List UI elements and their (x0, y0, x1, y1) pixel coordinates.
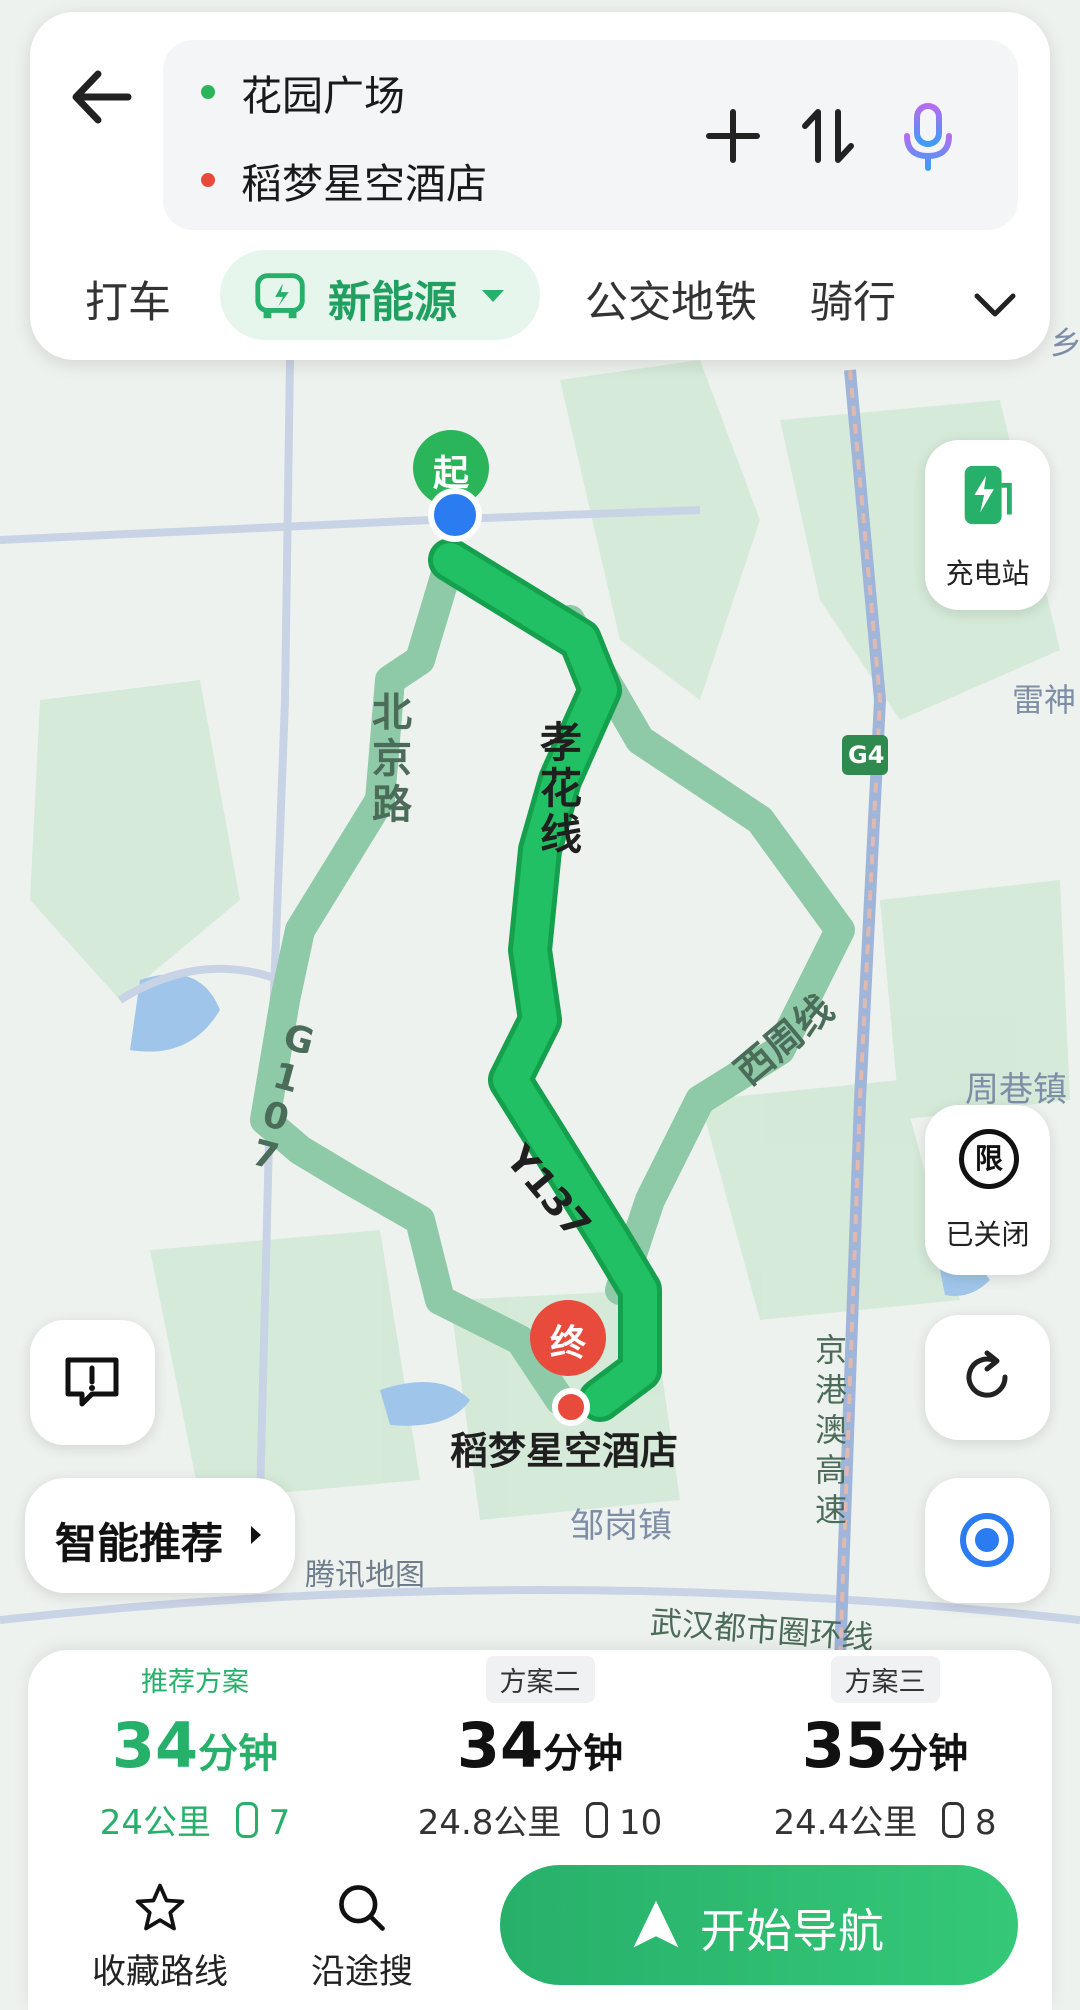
smart-recommend-button[interactable]: 智能推荐 (25, 1478, 295, 1593)
feedback-button[interactable] (30, 1320, 155, 1445)
plan-two[interactable]: 方案二 34分钟 24.8公里 10 (375, 1650, 705, 1844)
search-along-button[interactable]: 沿途搜 (282, 1880, 442, 1993)
end-marker[interactable]: 终 (530, 1300, 606, 1376)
refresh-icon (966, 1350, 1008, 1398)
plan-three[interactable]: 方案三 35分钟 24.4公里 8 (720, 1650, 1050, 1844)
place-label-xiang: 乡 (1050, 324, 1080, 362)
plan-time: 34分钟 (30, 1711, 360, 1789)
smart-recommend-label: 智能推荐 (55, 1519, 224, 1568)
highway-shield-g4: G4 (848, 741, 885, 769)
plan-time-unit: 分钟 (198, 1731, 279, 1777)
traffic-light-icon (942, 1802, 965, 1838)
search-along-label: 沿途搜 (311, 1952, 413, 1992)
swap-icon[interactable] (793, 98, 863, 174)
start-navigation-label: 开始导航 (700, 1904, 884, 1958)
end-dot-icon (201, 173, 215, 187)
chevron-down-icon[interactable] (965, 274, 1025, 334)
save-route-label: 收藏路线 (92, 1952, 228, 1992)
search-icon (339, 1885, 385, 1931)
traffic-light-icon (235, 1802, 258, 1838)
refresh-button[interactable] (925, 1315, 1050, 1440)
destination-field[interactable]: 稻梦星空酒店 (241, 150, 487, 210)
plan-time-unit: 分钟 (888, 1731, 969, 1777)
plan-time: 35分钟 (720, 1711, 1050, 1789)
back-arrow-icon[interactable] (58, 52, 148, 142)
chevron-right-icon (251, 1526, 261, 1544)
plan-tag: 推荐方案 (141, 1667, 249, 1698)
plan-lights: 7 (268, 1803, 291, 1843)
microphone-icon[interactable] (893, 98, 963, 174)
plan-time-value: 35 (801, 1709, 889, 1782)
place-label-zhouxiang: 周巷镇 (965, 1070, 1067, 1110)
plan-recommended[interactable]: 推荐方案 34分钟 24公里 7 (30, 1650, 360, 1844)
origin-field[interactable]: 花园广场 (241, 62, 405, 122)
plan-time-value: 34 (456, 1709, 544, 1782)
plan-time-unit: 分钟 (543, 1731, 624, 1777)
star-icon (135, 1883, 185, 1931)
road-label-beijing: 北京路 (372, 690, 412, 828)
charging-station-icon (964, 465, 1012, 525)
start-dot-icon (201, 85, 215, 99)
route-inputs: 花园广场 稻梦星空酒店 (163, 40, 1018, 230)
charging-station-label: 充电站 (945, 557, 1030, 590)
traffic-light-icon (586, 1802, 609, 1838)
map-watermark: 腾讯地图 (305, 1558, 425, 1593)
destination-label: 稻梦星空酒店 (450, 1429, 679, 1473)
plan-lights: 10 (619, 1803, 663, 1843)
dropdown-caret-icon (482, 290, 504, 302)
plan-time: 34分钟 (375, 1711, 705, 1789)
road-label-xiaohua: 孝花线 (540, 718, 583, 859)
mode-new-energy[interactable]: 新能源 (220, 250, 540, 340)
plan-time-value: 34 (111, 1709, 199, 1782)
save-route-button[interactable]: 收藏路线 (80, 1880, 240, 1993)
feedback-icon (65, 1357, 119, 1407)
add-waypoint-icon[interactable] (698, 98, 768, 174)
limit-icon: 限 (959, 1129, 1019, 1189)
start-navigation-button[interactable]: 开始导航 (500, 1865, 1018, 1985)
mode-new-energy-label: 新能源 (328, 278, 457, 328)
route-search-card: 花园广场 稻梦星空酒店 打车 新能源 公交地铁 骑行 (30, 12, 1050, 360)
road-label-jinggang: 京港澳高速 (815, 1331, 848, 1529)
end-marker-label: 终 (549, 1323, 586, 1364)
locate-icon (960, 1513, 1014, 1567)
mode-transit[interactable]: 公交地铁 (585, 268, 757, 330)
plan-tag: 方案二 (485, 1656, 595, 1703)
locate-button[interactable] (925, 1478, 1050, 1603)
plan-details: 24.4公里 8 (720, 1795, 1050, 1844)
mode-taxi[interactable]: 打车 (85, 268, 171, 330)
traffic-limit-label: 已关闭 (945, 1218, 1030, 1251)
place-label-zougang: 邹岗镇 (570, 1506, 672, 1546)
plan-distance: 24公里 (99, 1803, 211, 1843)
plan-distance: 24.4公里 (773, 1803, 918, 1843)
navigation-arrow-icon (633, 1900, 679, 1948)
traffic-limit-button[interactable]: 限 已关闭 (925, 1105, 1050, 1275)
mode-cycling[interactable]: 骑行 (810, 268, 896, 330)
plan-distance: 24.8公里 (417, 1803, 562, 1843)
plan-details: 24公里 7 (30, 1795, 360, 1844)
plan-details: 24.8公里 10 (375, 1795, 705, 1844)
charging-station-button[interactable]: 充电站 (925, 440, 1050, 610)
place-label-leishen: 雷神 (1012, 681, 1077, 719)
plan-lights: 8 (974, 1803, 997, 1843)
ev-car-icon (255, 273, 305, 319)
current-location-dot (428, 488, 482, 542)
plan-tag: 方案三 (830, 1656, 940, 1703)
